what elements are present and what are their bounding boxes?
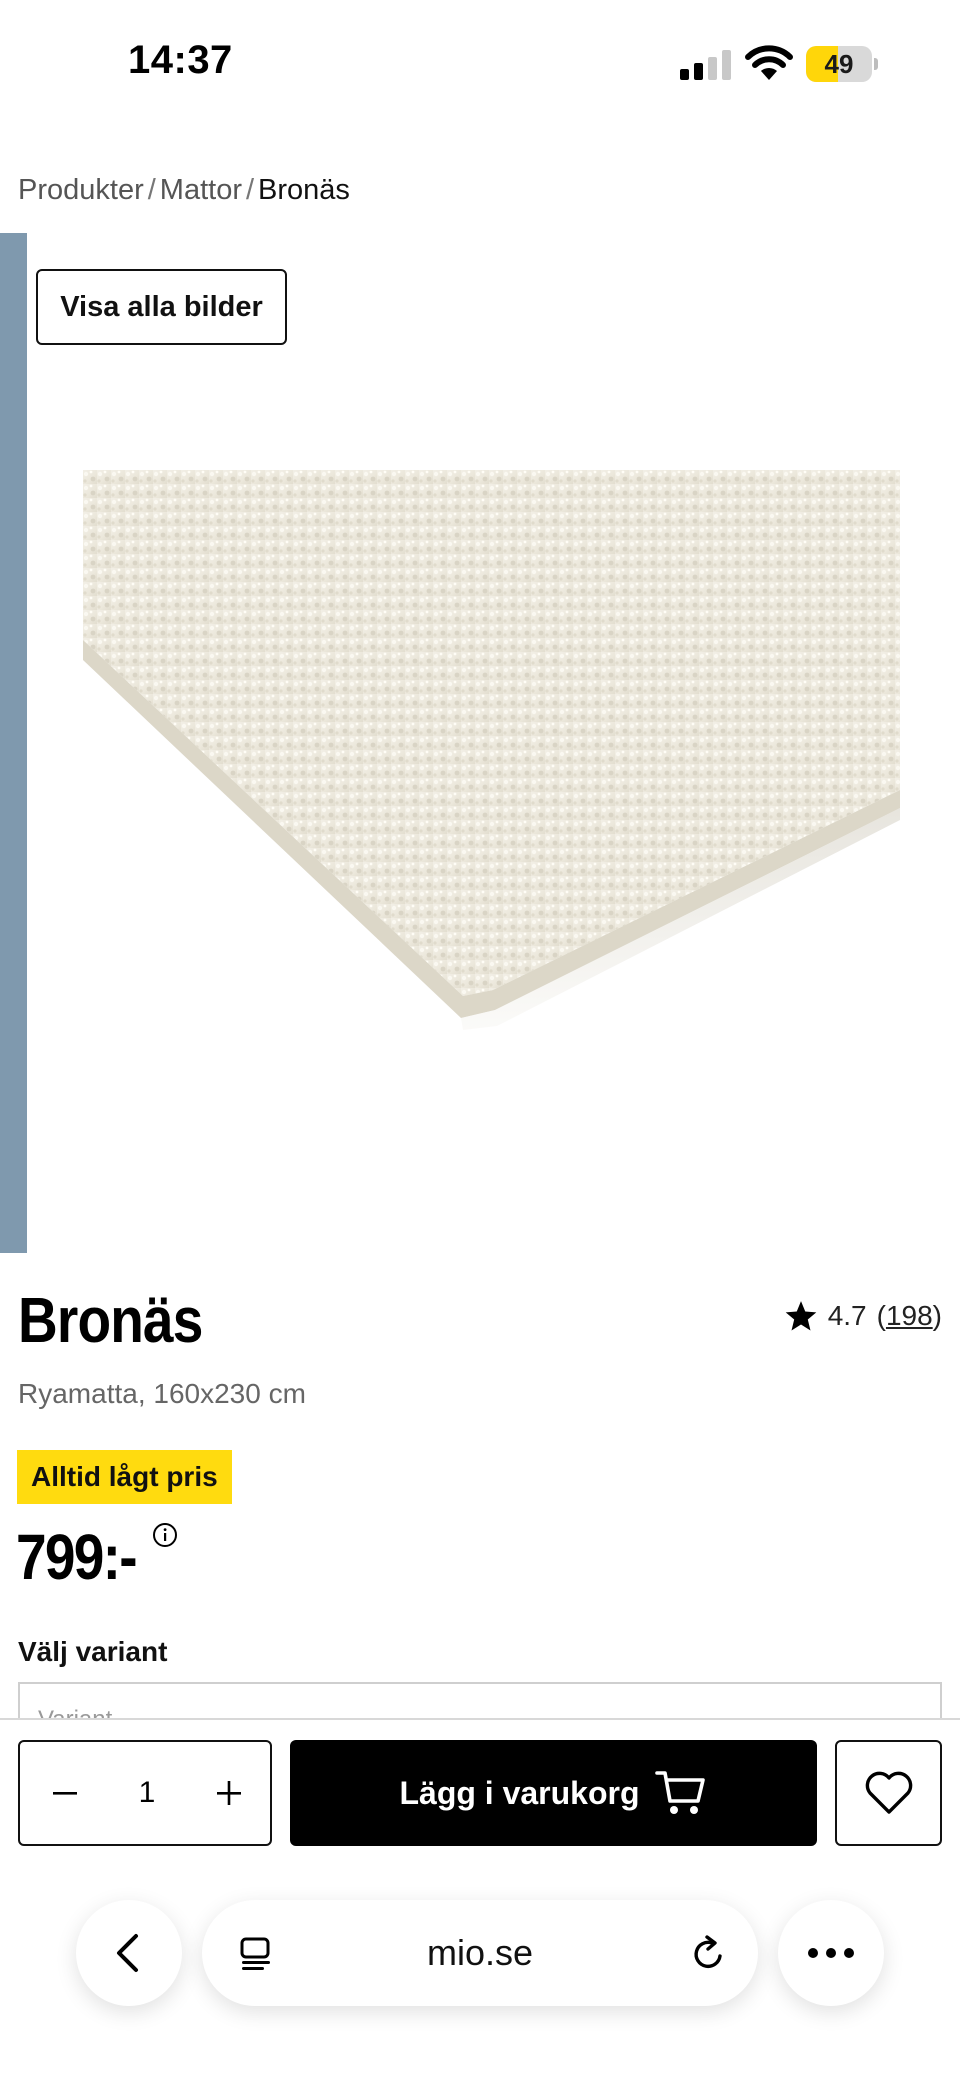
battery-level: 49 (824, 49, 854, 79)
breadcrumb-current: Bronäs (258, 174, 350, 206)
back-icon (117, 1934, 138, 1972)
more-button[interactable] (778, 1900, 884, 2006)
more-icon (808, 1948, 854, 1958)
signal-icon (680, 50, 732, 80)
cart-icon (654, 1771, 705, 1814)
breadcrumb-separator: / (245, 174, 255, 206)
breadcrumb-link-produkter[interactable]: Produkter (18, 174, 144, 206)
product-image[interactable] (83, 470, 900, 1030)
add-to-cart-label: Lägg i varukorg (399, 1774, 640, 1811)
breadcrumb-link-mattor[interactable]: Mattor (160, 174, 242, 206)
plus-icon[interactable] (206, 1770, 252, 1816)
status-bar: 14:37 49 (0, 0, 960, 130)
product-price: 799:- (16, 1521, 138, 1593)
back-button[interactable] (76, 1900, 182, 2006)
wishlist-button[interactable] (835, 1740, 942, 1846)
address-bar[interactable]: mio.se (202, 1900, 758, 2006)
rating-value: 4.7 (827, 1300, 867, 1331)
url-text[interactable]: mio.se (322, 1900, 638, 2006)
tabs-icon[interactable] (236, 1934, 276, 1974)
review-count-link[interactable]: (198) (877, 1300, 942, 1332)
heart-icon (865, 1771, 913, 1814)
variant-select[interactable]: Variant (18, 1682, 942, 1722)
breadcrumb: Produkter / Mattor / Bronäs (18, 174, 350, 207)
show-all-images-button[interactable]: Visa alla bilder (36, 269, 287, 345)
breadcrumb-separator: / (147, 174, 156, 206)
sticky-action-bar: 1 Lägg i varukorg (0, 1718, 960, 1868)
product-rating[interactable]: 4.7 (198) (784, 1296, 942, 1336)
info-icon[interactable] (152, 1522, 178, 1548)
minus-icon[interactable] (42, 1770, 88, 1816)
reload-icon[interactable] (688, 1934, 728, 1974)
star-icon (785, 1301, 816, 1331)
variant-label: Välj variant (18, 1636, 168, 1667)
quantity-value[interactable]: 1 (110, 1742, 184, 1844)
quantity-stepper[interactable]: 1 (18, 1740, 272, 1846)
wifi-icon (745, 45, 793, 80)
product-title: Bronäs (18, 1284, 203, 1356)
price-badge: Alltid lågt pris (17, 1450, 232, 1504)
review-count[interactable]: 198 (886, 1300, 933, 1331)
product-subtitle: Ryamatta, 160x230 cm (18, 1378, 306, 1409)
status-time: 14:37 (128, 38, 233, 82)
add-to-cart-button[interactable]: Lägg i varukorg (290, 1740, 817, 1846)
browser-toolbar: mio.se (0, 1868, 960, 2081)
battery-icon: 49 (806, 46, 878, 82)
product-gallery[interactable]: Visa alla bilder (0, 233, 960, 1253)
gallery-scroll-indicator (0, 233, 27, 1253)
